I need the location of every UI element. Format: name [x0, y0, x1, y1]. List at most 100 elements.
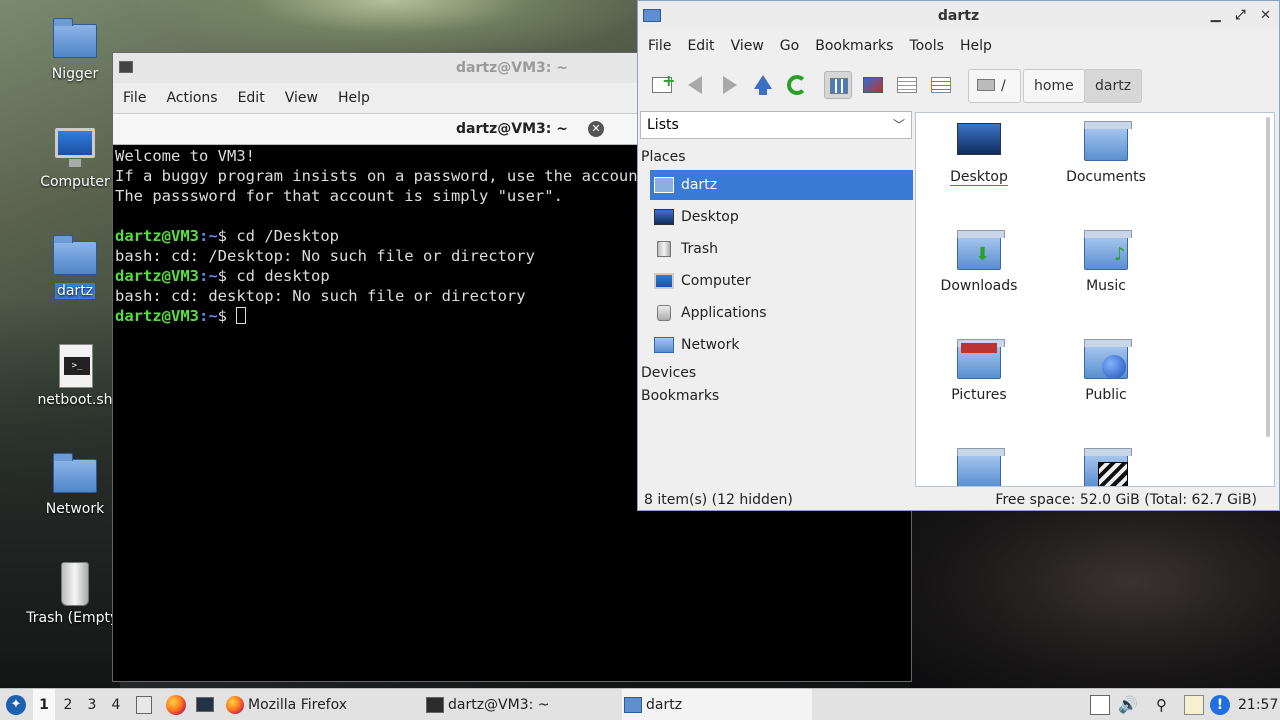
file-item-documents[interactable]: Documents — [1046, 121, 1166, 185]
up-button[interactable] — [749, 71, 777, 99]
place-label: dartz — [681, 177, 718, 193]
fm-menu-view[interactable]: View — [725, 38, 770, 54]
downloads-folder-icon: ⬇ — [955, 230, 1005, 272]
terminal-icon — [196, 697, 214, 712]
terminal-menu-actions[interactable]: Actions — [160, 90, 223, 106]
file-item-label: Pictures — [951, 387, 1007, 403]
minimize-icon[interactable]: ▁ — [1211, 8, 1221, 23]
status-free-space: Free space: 52.0 GiB (Total: 62.7 GiB) — [995, 492, 1257, 508]
launcher-file-manager[interactable] — [134, 689, 154, 720]
terminal-menu-edit[interactable]: Edit — [232, 90, 271, 106]
place-applications[interactable]: Applications — [650, 298, 913, 328]
desktop-icon-label: Network — [45, 501, 105, 517]
desktop-show-icon[interactable] — [1090, 695, 1110, 715]
file-item-desktop[interactable]: Desktop — [919, 121, 1039, 186]
launcher-terminal[interactable] — [194, 689, 216, 720]
breadcrumb-dartz[interactable]: dartz — [1084, 69, 1143, 103]
fm-menu-tools[interactable]: Tools — [903, 38, 950, 54]
file-item-pictures[interactable]: Pictures — [919, 339, 1039, 403]
plus-icon: + — [662, 71, 676, 90]
compact-view-button[interactable] — [893, 71, 921, 99]
file-item-folder[interactable] — [919, 448, 1039, 486]
network-folder-icon — [51, 453, 99, 497]
place-label: Network — [681, 337, 740, 353]
file-manager-window-title: dartz — [937, 8, 980, 24]
workspace-4[interactable]: 4 — [105, 689, 127, 720]
detailed-view-button[interactable] — [927, 71, 955, 99]
terminal-menu-help[interactable]: Help — [332, 90, 376, 106]
launcher-firefox[interactable] — [164, 689, 186, 720]
terminal-menu-file[interactable]: File — [117, 90, 152, 106]
icon-view-button[interactable] — [824, 71, 852, 99]
breadcrumb-root[interactable]: / — [968, 69, 1021, 103]
reload-icon — [787, 75, 807, 95]
fm-menu-go[interactable]: Go — [774, 38, 805, 54]
documents-folder-icon — [1082, 121, 1132, 163]
side-pane-mode-select[interactable]: Lists ﹀ — [640, 111, 912, 139]
desktop-icon-label: Trash (Empty) — [26, 610, 124, 626]
file-item-downloads[interactable]: ⬇ Downloads — [919, 230, 1039, 294]
terminal-icon — [119, 61, 133, 73]
task-firefox[interactable]: Mozilla Firefox — [224, 689, 357, 720]
desktop-icon-label: Nigger — [51, 66, 99, 82]
task-file-manager[interactable]: dartz — [622, 689, 812, 720]
prompt-user: dartz@VM3 — [115, 307, 199, 325]
network-icon[interactable]: ⚲ — [1156, 695, 1176, 715]
breadcrumb-home[interactable]: home — [1023, 69, 1085, 103]
fm-menu-edit[interactable]: Edit — [681, 38, 720, 54]
task-terminal[interactable]: dartz@VM3: ~ — [424, 689, 560, 720]
taskbar: ✦ 1 2 3 4 Mozilla Firefox dartz@VM3: ~ d… — [0, 688, 1280, 720]
workspace-2[interactable]: 2 — [57, 689, 79, 720]
file-item-public[interactable]: Public — [1046, 339, 1166, 403]
file-manager-titlebar[interactable]: dartz ▁ ⤢ ✕ — [638, 1, 1279, 31]
pictures-folder-icon — [955, 339, 1005, 381]
file-item-music[interactable]: ♪ Music — [1046, 230, 1166, 294]
place-computer[interactable]: Computer — [650, 266, 913, 296]
close-tab-icon[interactable]: ✕ — [588, 121, 604, 137]
forward-button[interactable] — [715, 71, 743, 99]
workspace-3[interactable]: 3 — [81, 689, 103, 720]
folder-icon — [51, 18, 99, 62]
trash-icon — [657, 241, 671, 257]
breadcrumb-label: home — [1034, 78, 1074, 94]
fm-menu-bookmarks[interactable]: Bookmarks — [809, 38, 899, 54]
file-manager-window[interactable]: dartz ▁ ⤢ ✕ File Edit View Go Bookmarks … — [637, 0, 1280, 511]
back-button[interactable] — [682, 71, 710, 99]
maximize-icon[interactable]: ⤢ — [1235, 8, 1245, 23]
place-dartz[interactable]: dartz — [650, 170, 913, 200]
terminal-menu-view[interactable]: View — [279, 90, 324, 106]
file-view[interactable]: Desktop Documents ⬇ Downloads ♪ Music Pi… — [915, 112, 1275, 487]
places-header[interactable]: Places — [641, 149, 686, 165]
side-pane-mode-label: Lists — [647, 117, 679, 133]
prompt-path: :~ — [199, 267, 218, 285]
place-network[interactable]: Network — [650, 330, 913, 360]
computer-icon — [654, 273, 674, 289]
fm-menu-help[interactable]: Help — [954, 38, 998, 54]
workspace-1[interactable]: 1 — [33, 689, 55, 720]
chevron-down-icon: ﹀ — [892, 118, 905, 132]
reload-button[interactable] — [783, 71, 811, 99]
icon-view-icon — [830, 78, 848, 94]
desktop-icon-label: Computer — [40, 174, 110, 190]
close-icon[interactable]: ✕ — [1260, 8, 1271, 23]
file-view-scrollbar[interactable] — [1266, 117, 1270, 437]
devices-header[interactable]: Devices — [641, 365, 696, 381]
file-item-videos[interactable] — [1046, 448, 1166, 486]
clipboard-icon[interactable] — [1184, 695, 1204, 715]
drive-icon — [977, 79, 995, 91]
thumbnail-view-button[interactable] — [859, 71, 887, 99]
clock[interactable]: 21:57 — [1238, 689, 1278, 720]
bookmarks-header[interactable]: Bookmarks — [641, 388, 719, 404]
update-notification-icon[interactable]: ! — [1210, 695, 1230, 715]
place-trash[interactable]: Trash — [650, 234, 913, 264]
terminal-icon — [426, 697, 444, 713]
fm-menu-file[interactable]: File — [642, 38, 677, 54]
new-tab-button[interactable]: + — [648, 71, 676, 99]
breadcrumb-label: dartz — [1095, 78, 1132, 94]
place-desktop[interactable]: Desktop — [650, 202, 913, 232]
file-item-label: Desktop — [950, 169, 1008, 186]
prompt-command: $ cd desktop — [217, 267, 330, 285]
volume-icon[interactable]: 🔊 — [1118, 695, 1138, 715]
music-folder-icon: ♪ — [1082, 230, 1132, 272]
start-menu-button[interactable]: ✦ — [4, 689, 28, 720]
